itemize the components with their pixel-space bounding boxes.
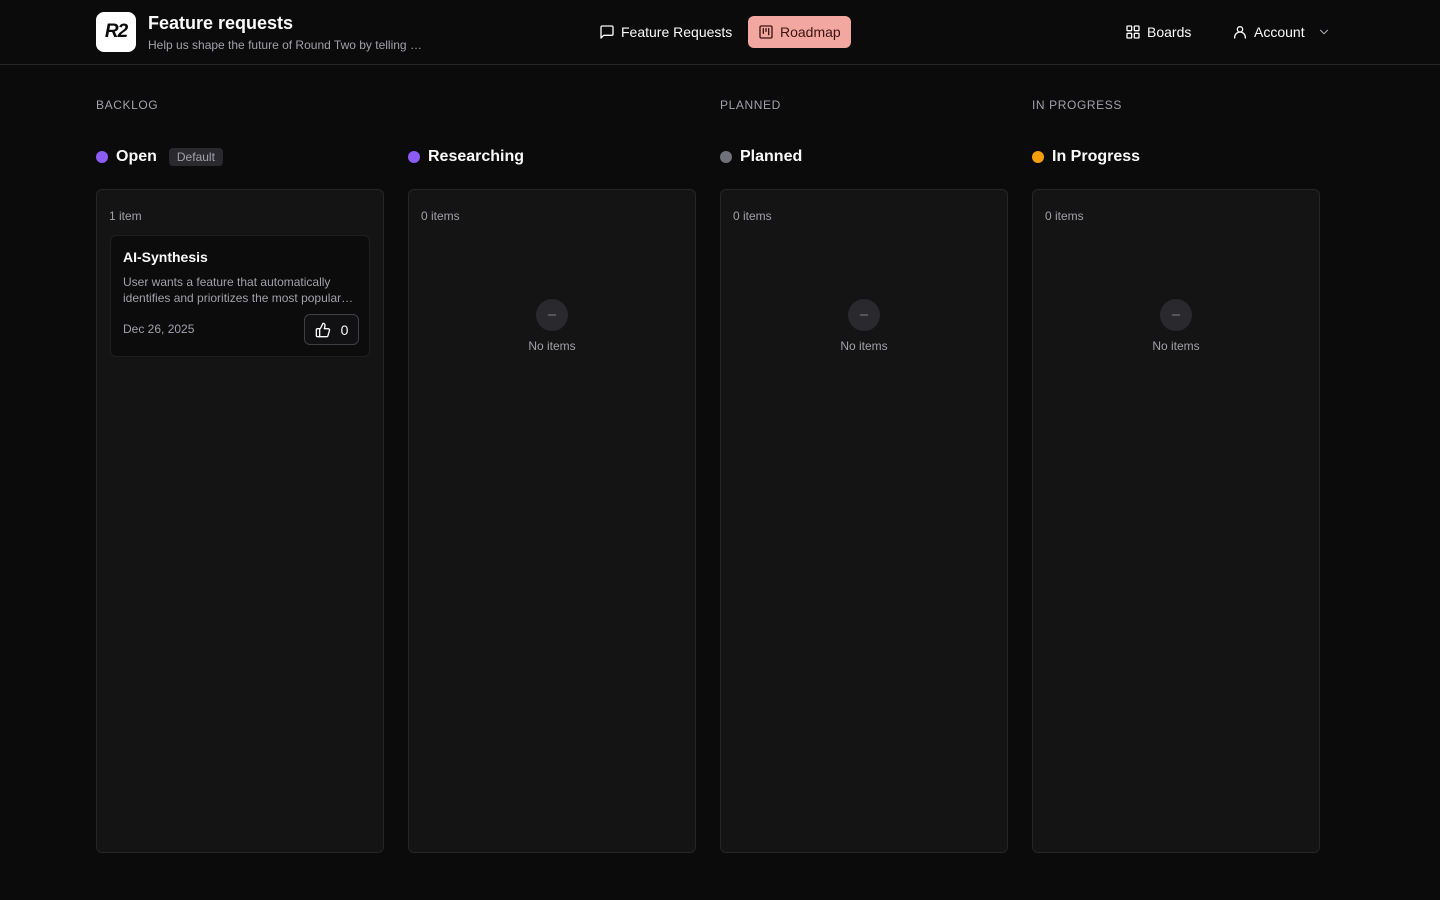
column-in-progress: 0 items No items (1032, 189, 1320, 853)
top-header: R2 Feature requests Help us shape the fu… (0, 0, 1440, 65)
nav-feature-requests-label: Feature Requests (621, 24, 733, 40)
empty-minus-icon (1160, 299, 1192, 331)
app-logo[interactable]: R2 (96, 12, 136, 52)
column-header-open: Open Default (96, 146, 223, 168)
nav-boards-label: Boards (1147, 24, 1192, 40)
account-menu-button[interactable]: Account (1222, 16, 1341, 48)
column-header-researching: Researching (408, 146, 524, 168)
item-count: 0 items (421, 209, 460, 223)
status-dot (408, 151, 420, 163)
empty-state-text: No items (1152, 339, 1200, 353)
empty-minus-icon (536, 299, 568, 331)
nav-roadmap-button[interactable]: Roadmap (748, 16, 851, 48)
section-label-in-progress: IN PROGRESS (1032, 98, 1122, 112)
account-label: Account (1254, 24, 1305, 40)
column-title: Open (116, 148, 157, 165)
nav-roadmap-label: Roadmap (780, 24, 841, 40)
item-count: 0 items (733, 209, 772, 223)
column-header-in-progress: In Progress (1032, 146, 1140, 168)
upvote-button[interactable]: 0 (304, 314, 359, 345)
nav-feature-requests-button[interactable]: Feature Requests (589, 16, 742, 48)
feature-card[interactable]: AI-Synthesis User wants a feature that a… (110, 235, 370, 357)
empty-state-text: No items (528, 339, 576, 353)
column-header-planned: Planned (720, 146, 802, 168)
section-label-planned: PLANNED (720, 98, 781, 112)
message-square-icon (600, 25, 614, 39)
nav-boards-button[interactable]: Boards (1115, 16, 1201, 48)
vote-count: 0 (340, 321, 349, 338)
grid-icon (1126, 25, 1140, 39)
section-label-backlog: BACKLOG (96, 98, 159, 112)
page-title: Feature requests (148, 13, 294, 33)
page-subtitle: Help us shape the future of Round Two by… (148, 38, 423, 52)
item-count: 0 items (1045, 209, 1084, 223)
chevron-down-icon (1319, 29, 1328, 35)
default-badge: Default (168, 148, 223, 166)
kanban-icon (759, 25, 773, 39)
empty-minus-icon (848, 299, 880, 331)
column-title: In Progress (1052, 148, 1141, 165)
status-dot (720, 151, 732, 163)
thumbs-up-icon (315, 322, 330, 337)
item-count: 1 item (109, 209, 142, 223)
status-dot (96, 151, 108, 163)
card-description: User wants a feature that automatically … (123, 275, 342, 305)
empty-state-text: No items (840, 339, 888, 353)
column-title: Researching (428, 148, 525, 165)
card-title: AI-Synthesis (123, 249, 208, 265)
status-dot (1032, 151, 1044, 163)
column-title: Planned (740, 148, 803, 165)
column-researching: 0 items No items (408, 189, 696, 853)
column-planned: 0 items No items (720, 189, 1008, 853)
card-date: Dec 26, 2025 (123, 322, 195, 336)
user-icon (1234, 26, 1246, 39)
column-open: 1 item AI-Synthesis User wants a feature… (96, 189, 384, 853)
